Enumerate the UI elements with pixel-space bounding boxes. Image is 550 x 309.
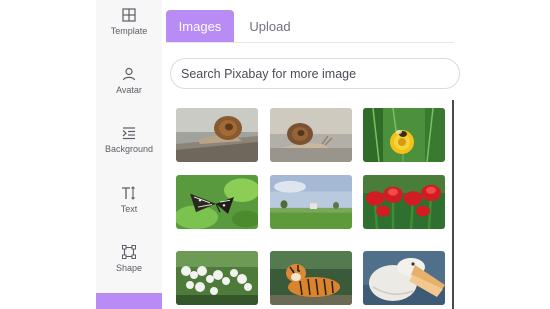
- sidebar-item-images-active[interactable]: [96, 293, 162, 309]
- sidebar-item-label: Text: [120, 204, 138, 214]
- sidebar-item-avatar[interactable]: Avatar: [96, 67, 162, 117]
- background-icon: [122, 127, 135, 140]
- image-thumb-blossoms[interactable]: [176, 251, 258, 305]
- sidebar-item-label: Avatar: [116, 85, 142, 95]
- sidebar-item-template[interactable]: Template: [96, 8, 162, 58]
- image-thumb-field[interactable]: [270, 175, 352, 229]
- image-thumb-snail-road[interactable]: [270, 108, 352, 162]
- image-thumb-butterfly[interactable]: [176, 175, 258, 229]
- template-grid-icon: [122, 8, 136, 22]
- sidebar-item-label: Background: [104, 144, 154, 154]
- image-thumb-snail-log[interactable]: [176, 108, 258, 162]
- image-thumb-tulips[interactable]: [363, 175, 445, 229]
- sidebar-item-text[interactable]: Text: [96, 186, 162, 236]
- sidebar-item-background[interactable]: Background: [96, 126, 162, 176]
- text-icon: [122, 186, 135, 200]
- sidebar: Template Avatar Background Text Shape: [96, 0, 162, 309]
- image-thumb-bee-flower[interactable]: [363, 108, 445, 162]
- sidebar-item-label: Template: [110, 26, 148, 36]
- sidebar-item-label: Shape: [115, 263, 143, 273]
- person-icon: [122, 67, 136, 81]
- tab-divider: [166, 42, 454, 43]
- shape-icon: [122, 245, 136, 259]
- sidebar-item-shape[interactable]: Shape: [96, 245, 162, 295]
- scrollbar[interactable]: [452, 100, 454, 309]
- search-input[interactable]: [170, 58, 460, 89]
- tab-upload[interactable]: Upload: [236, 10, 304, 43]
- image-thumb-pelican[interactable]: [363, 251, 445, 305]
- image-thumb-tiger[interactable]: [270, 251, 352, 305]
- tab-images[interactable]: Images: [166, 10, 234, 43]
